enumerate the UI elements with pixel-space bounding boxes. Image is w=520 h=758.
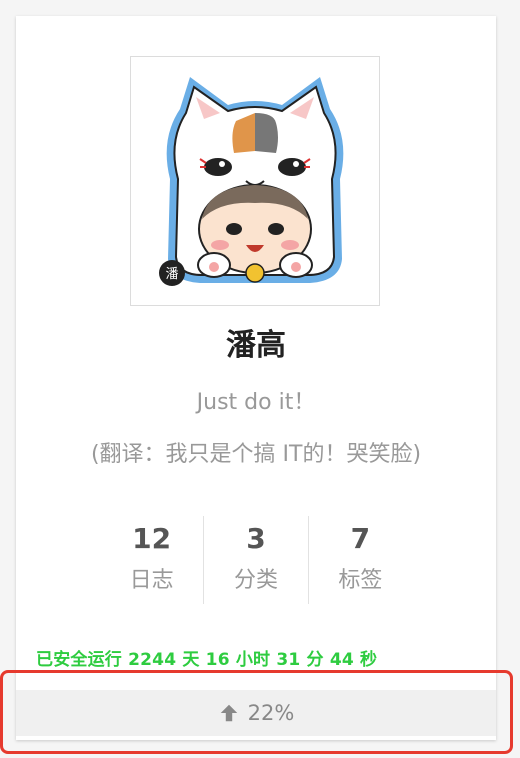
- stat-categories-count: 3: [246, 522, 266, 555]
- stat-posts[interactable]: 12 日志: [100, 516, 203, 604]
- stat-tags[interactable]: 7 标签: [307, 516, 412, 604]
- site-stats: 12 日志 3 分类 7 标签: [100, 516, 412, 604]
- stat-posts-label: 日志: [129, 568, 174, 593]
- sidebar-card: 潘 潘高 Just do it！ (翻译：我只是个搞 IT的！哭笑脸) 12 日…: [16, 16, 496, 740]
- author-name: 潘高: [226, 328, 286, 363]
- author-motto: Just do it！: [196, 390, 316, 415]
- stat-categories-label: 分类: [233, 568, 278, 593]
- avatar[interactable]: 潘: [130, 56, 380, 306]
- author-motto-translation: (翻译：我只是个搞 IT的！哭笑脸): [90, 442, 422, 467]
- stat-tags-count: 7: [350, 522, 371, 555]
- stat-posts-count: 12: [132, 522, 172, 555]
- site-runtime: 已安全运行 2244 天 16 小时 31 分 44 秒: [36, 650, 378, 670]
- stat-categories[interactable]: 3 分类: [203, 516, 307, 604]
- svg-text:潘: 潘: [165, 267, 178, 282]
- cat-avatar-illustration: 潘: [159, 76, 344, 286]
- scroll-percent: 22%: [247, 701, 295, 725]
- arrow-up-icon: [220, 704, 237, 722]
- stat-tags-label: 标签: [338, 568, 383, 593]
- back-to-top-button[interactable]: 22%: [16, 690, 496, 736]
